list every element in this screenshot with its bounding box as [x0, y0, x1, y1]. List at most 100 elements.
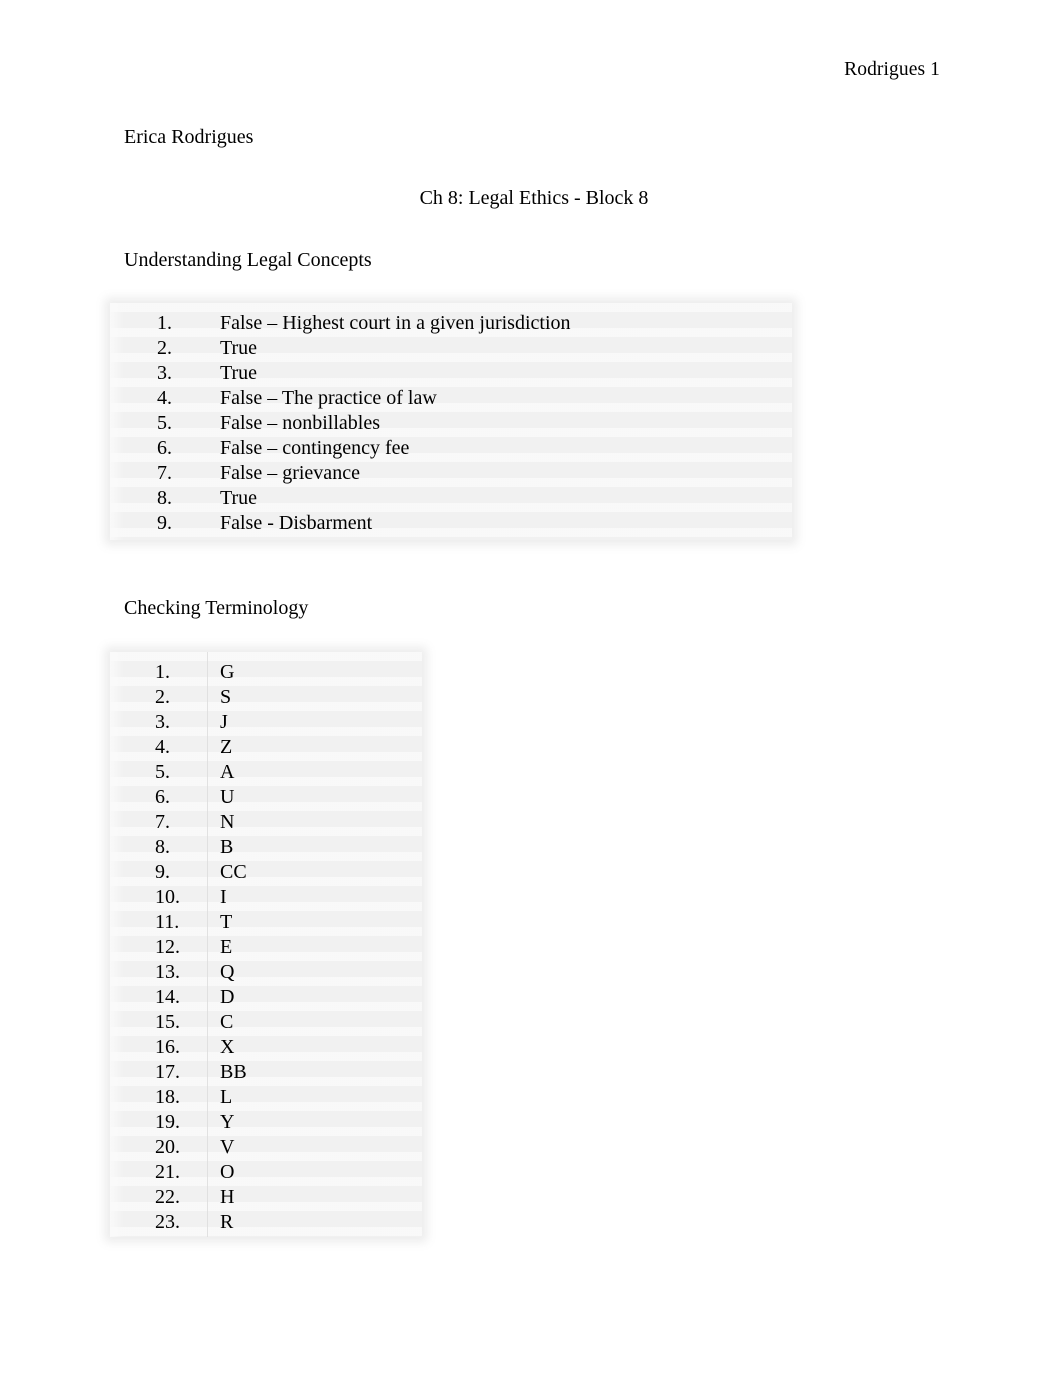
- list-item-answer: BB: [220, 1061, 247, 1083]
- list-item-number: 16.: [155, 1036, 180, 1058]
- list-item-number: 9.: [157, 512, 172, 534]
- list-item-number: 18.: [155, 1086, 180, 1108]
- list-item: 13. Q: [110, 960, 422, 985]
- list-item-number: 1.: [155, 661, 170, 683]
- list-item-number: 13.: [155, 961, 180, 983]
- answer-list-understanding-legal-concepts: 1. False – Highest court in a given juris…: [110, 303, 792, 536]
- list-item-answer: U: [220, 786, 235, 808]
- list-item: 6. False – contingency fee: [110, 436, 792, 461]
- list-item-answer: False – Highest court in a given jurisdi…: [220, 312, 571, 334]
- list-item-answer: R: [220, 1211, 234, 1233]
- list-item: 21. O: [110, 1160, 422, 1185]
- document-title-text: Ch 8: Legal Ethics - Block 8: [419, 187, 649, 209]
- list-item-number: 8.: [155, 836, 170, 858]
- list-item: 8. True: [110, 486, 792, 511]
- list-item-number: 4.: [157, 387, 172, 409]
- list-item: 3. J: [110, 710, 422, 735]
- list-item: 4. Z: [110, 735, 422, 760]
- list-item-answer: Y: [220, 1111, 235, 1133]
- list-item: 20. V: [110, 1135, 422, 1160]
- list-item: 17. BB: [110, 1060, 422, 1085]
- list-item-number: 20.: [155, 1136, 180, 1158]
- list-item-answer: L: [220, 1086, 233, 1108]
- section-heading-checking-terminology: Checking Terminology: [124, 597, 309, 619]
- list-item-answer: X: [220, 1036, 235, 1058]
- list-item-answer: H: [220, 1186, 235, 1208]
- document-title: Ch 8: Legal Ethics - Block 8: [0, 186, 1062, 211]
- list-item-number: 5.: [155, 761, 170, 783]
- list-item-number: 17.: [155, 1061, 180, 1083]
- list-item-number: 4.: [155, 736, 170, 758]
- list-item-answer: False – grievance: [220, 462, 360, 484]
- list-item: 9. CC: [110, 860, 422, 885]
- list-item: 1. G: [110, 660, 422, 685]
- list-item-number: 21.: [155, 1161, 180, 1183]
- list-item: 2. True: [110, 336, 792, 361]
- list-item: 18. L: [110, 1085, 422, 1110]
- list-item-answer: True: [220, 337, 258, 359]
- list-item-number: 23.: [155, 1211, 180, 1233]
- list-item: 22. H: [110, 1185, 422, 1210]
- list-item-answer: False – The practice of law: [220, 387, 437, 409]
- list-item-number: 19.: [155, 1111, 180, 1133]
- list-item-answer: E: [220, 936, 233, 958]
- list-item-answer: Q: [220, 961, 235, 983]
- list-item-number: 3.: [157, 362, 172, 384]
- list-item-number: 22.: [155, 1186, 180, 1208]
- list-item: 7. N: [110, 810, 422, 835]
- list-item: 1. False – Highest court in a given juris…: [110, 311, 792, 336]
- list-item-answer: False - Disbarment: [220, 512, 373, 534]
- list-item-number: 3.: [155, 711, 170, 733]
- list-item: 2. S: [110, 685, 422, 710]
- list-item-number: 10.: [155, 886, 180, 908]
- author-name: Erica Rodrigues: [124, 126, 254, 148]
- list-item-number: 7.: [155, 811, 170, 833]
- list-item-number: 1.: [157, 312, 172, 334]
- list-item: 19. Y: [110, 1110, 422, 1135]
- list-item: 11. T: [110, 910, 422, 935]
- list-item-answer: G: [220, 661, 235, 683]
- list-item-answer: T: [220, 911, 233, 933]
- list-item-answer: B: [220, 836, 234, 858]
- list-item-answer: S: [220, 686, 232, 708]
- list-item-answer: Z: [220, 736, 233, 758]
- list-item: 4. False – The practice of law: [110, 386, 792, 411]
- section-heading-understanding-legal-concepts: Understanding Legal Concepts: [124, 249, 372, 271]
- list-item: 6. U: [110, 785, 422, 810]
- list-item-answer: J: [220, 711, 228, 733]
- list-item: 12. E: [110, 935, 422, 960]
- list-item-number: 6.: [155, 786, 170, 808]
- list-item: 23. R: [110, 1210, 422, 1235]
- list-item-number: 9.: [155, 861, 170, 883]
- list-item: 16. X: [110, 1035, 422, 1060]
- list-item-number: 11.: [155, 911, 180, 933]
- list-item-answer: N: [220, 811, 235, 833]
- document-page: Rodrigues 1 Erica Rodrigues Ch 8: Legal …: [0, 0, 1062, 1377]
- list-item-number: 12.: [155, 936, 180, 958]
- list-item: 8. B: [110, 835, 422, 860]
- list-item-answer: True: [220, 487, 258, 509]
- list-item: 7. False – grievance: [110, 461, 792, 486]
- list-item: 15. C: [110, 1010, 422, 1035]
- list-item-answer: I: [220, 886, 227, 908]
- list-item: 14. D: [110, 985, 422, 1010]
- list-item-answer: A: [220, 761, 235, 783]
- list-item-number: 15.: [155, 1011, 180, 1033]
- list-item-number: 2.: [155, 686, 170, 708]
- list-item-answer: D: [220, 986, 235, 1008]
- list-item-number: 8.: [157, 487, 172, 509]
- list-item: 10. I: [110, 885, 422, 910]
- list-item-number: 5.: [157, 412, 172, 434]
- list-item-answer: False – contingency fee: [220, 437, 410, 459]
- list-item: 9. False - Disbarment: [110, 511, 792, 536]
- list-item-number: 6.: [157, 437, 172, 459]
- list-item-answer: True: [220, 362, 258, 384]
- list-item: 5. False – nonbillables: [110, 411, 792, 436]
- answer-list-checking-terminology: 1. G 2. S 3. J 4. Z 5. A 6. U 7. N 8. B 9. CC 10. I 11. T 12. E…: [110, 652, 422, 1235]
- running-header: Rodrigues 1: [844, 59, 940, 80]
- list-item-answer: CC: [220, 861, 247, 883]
- list-item-answer: O: [220, 1161, 235, 1183]
- list-item-answer: False – nonbillables: [220, 412, 380, 434]
- answer-list-block-checking-terminology: 1. G 2. S 3. J 4. Z 5. A 6. U 7. N 8. B 9. CC 10. I 11. T 12. E…: [110, 652, 422, 1237]
- list-item: 3. True: [110, 361, 792, 386]
